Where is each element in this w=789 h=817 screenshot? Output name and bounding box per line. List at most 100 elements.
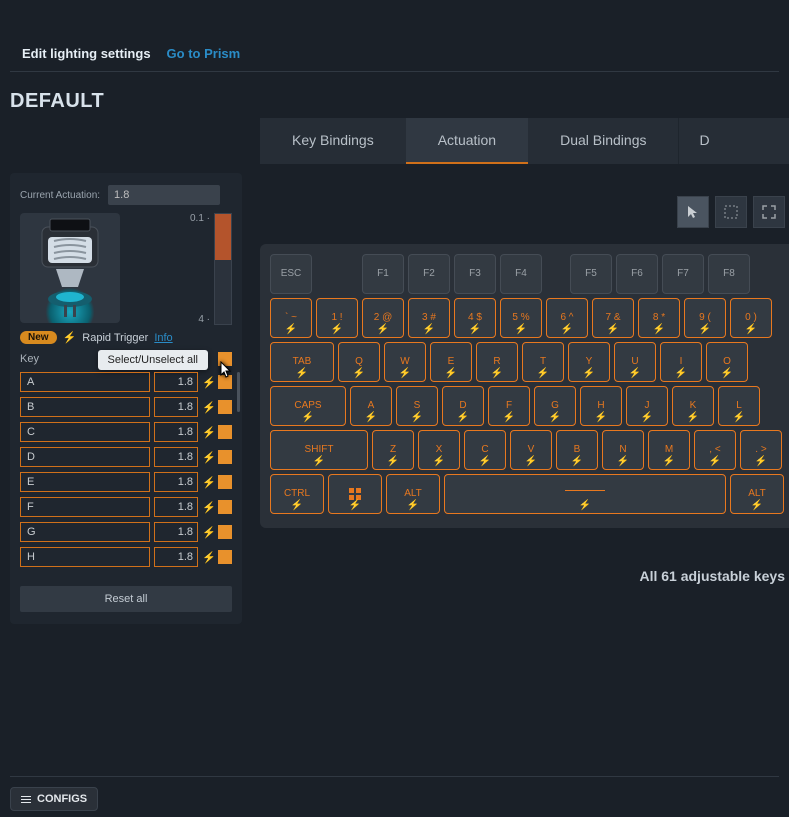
key-name-cell[interactable]: H (20, 547, 150, 567)
key-tab[interactable]: TAB⚡ (270, 342, 334, 382)
key-row: G1.8⚡ (20, 522, 232, 542)
key-checkbox[interactable] (218, 425, 232, 439)
key-[interactable]: . >⚡ (740, 430, 782, 470)
key-w[interactable]: W⚡ (384, 342, 426, 382)
key-alt[interactable]: ALT⚡ (386, 474, 440, 514)
key-value-cell[interactable]: 1.8 (154, 547, 198, 567)
key-j[interactable]: J⚡ (626, 386, 668, 426)
key-checkbox[interactable] (218, 500, 232, 514)
key-7[interactable]: 7 &⚡ (592, 298, 634, 338)
key-k[interactable]: K⚡ (672, 386, 714, 426)
key-0[interactable]: 0 )⚡ (730, 298, 772, 338)
go-to-prism-link[interactable]: Go to Prism (167, 46, 241, 61)
key-checkbox[interactable] (218, 550, 232, 564)
pointer-tool-button[interactable] (677, 196, 709, 228)
key-t[interactable]: T⚡ (522, 342, 564, 382)
key-m[interactable]: M⚡ (648, 430, 690, 470)
key-esc[interactable]: ESC (270, 254, 312, 294)
key-name-cell[interactable]: F (20, 497, 150, 517)
key-checkbox[interactable] (218, 475, 232, 489)
current-actuation-input[interactable] (108, 185, 220, 205)
key-o[interactable]: O⚡ (706, 342, 748, 382)
key-1[interactable]: 1 !⚡ (316, 298, 358, 338)
key-a[interactable]: A⚡ (350, 386, 392, 426)
key-h[interactable]: H⚡ (580, 386, 622, 426)
key-[interactable]: , <⚡ (694, 430, 736, 470)
key-3[interactable]: 3 #⚡ (408, 298, 450, 338)
tab-d[interactable]: D (678, 118, 719, 164)
reset-all-button[interactable]: Reset all (20, 586, 232, 612)
key-[interactable]: ` ~⚡ (270, 298, 312, 338)
bolt-icon: ⚡ (63, 331, 77, 344)
key-8[interactable]: 8 *⚡ (638, 298, 680, 338)
key-ctrl[interactable]: CTRL⚡ (270, 474, 324, 514)
actuation-sidebar: Current Actuation: 0.1 · (10, 173, 242, 624)
key-r[interactable]: R⚡ (476, 342, 518, 382)
key-space[interactable]: ⚡ (444, 474, 726, 514)
fullscreen-tool-button[interactable] (753, 196, 785, 228)
key-checkbox[interactable] (218, 450, 232, 464)
key-value-cell[interactable]: 1.8 (154, 472, 198, 492)
key-f7[interactable]: F7 (662, 254, 704, 294)
key-u[interactable]: U⚡ (614, 342, 656, 382)
key-b[interactable]: B⚡ (556, 430, 598, 470)
key-f[interactable]: F⚡ (488, 386, 530, 426)
key-name-cell[interactable]: G (20, 522, 150, 542)
key-4[interactable]: 4 $⚡ (454, 298, 496, 338)
key-row: C1.8⚡ (20, 422, 232, 442)
key-f5[interactable]: F5 (570, 254, 612, 294)
key-l[interactable]: L⚡ (718, 386, 760, 426)
key-checkbox[interactable] (218, 400, 232, 414)
key-value-cell[interactable]: 1.8 (154, 522, 198, 542)
key-d[interactable]: D⚡ (442, 386, 484, 426)
bolt-icon: ⚡ (202, 476, 214, 489)
key-value-cell[interactable]: 1.8 (154, 422, 198, 442)
key-g[interactable]: G⚡ (534, 386, 576, 426)
key-z[interactable]: Z⚡ (372, 430, 414, 470)
select-tool-button[interactable] (715, 196, 747, 228)
tab-actuation[interactable]: Actuation (406, 118, 528, 164)
key-value-cell[interactable]: 1.8 (154, 497, 198, 517)
key-win[interactable]: ⚡ (328, 474, 382, 514)
key-value-cell[interactable]: 1.8 (154, 447, 198, 467)
key-v[interactable]: V⚡ (510, 430, 552, 470)
key-caps[interactable]: CAPS⚡ (270, 386, 346, 426)
key-name-cell[interactable]: D (20, 447, 150, 467)
key-checkbox[interactable] (218, 525, 232, 539)
config-tabs: Key BindingsActuationDual BindingsD (260, 118, 789, 164)
key-f3[interactable]: F3 (454, 254, 496, 294)
key-f8[interactable]: F8 (708, 254, 750, 294)
actuation-scale[interactable] (214, 213, 232, 325)
key-shift[interactable]: SHIFT⚡ (270, 430, 368, 470)
key-f2[interactable]: F2 (408, 254, 450, 294)
key-f6[interactable]: F6 (616, 254, 658, 294)
tab-key-bindings[interactable]: Key Bindings (260, 118, 406, 164)
key-s[interactable]: S⚡ (396, 386, 438, 426)
key-n[interactable]: N⚡ (602, 430, 644, 470)
key-x[interactable]: X⚡ (418, 430, 460, 470)
key-alt[interactable]: ALT⚡ (730, 474, 784, 514)
key-name-cell[interactable]: C (20, 422, 150, 442)
key-value-cell[interactable]: 1.8 (154, 372, 198, 392)
key-name-cell[interactable]: A (20, 372, 150, 392)
tab-dual-bindings[interactable]: Dual Bindings (528, 118, 678, 164)
key-2[interactable]: 2 @⚡ (362, 298, 404, 338)
key-c[interactable]: C⚡ (464, 430, 506, 470)
key-value-cell[interactable]: 1.8 (154, 397, 198, 417)
configs-button[interactable]: CONFIGS (10, 787, 98, 811)
key-9[interactable]: 9 (⚡ (684, 298, 726, 338)
key-e[interactable]: E⚡ (430, 342, 472, 382)
key-6[interactable]: 6 ^⚡ (546, 298, 588, 338)
rapid-trigger-info-link[interactable]: Info (154, 332, 172, 344)
key-list-scrollbar[interactable] (237, 372, 240, 412)
key-f1[interactable]: F1 (362, 254, 404, 294)
list-icon (21, 796, 31, 803)
key-q[interactable]: Q⚡ (338, 342, 380, 382)
key-row: D1.8⚡ (20, 447, 232, 467)
key-5[interactable]: 5 %⚡ (500, 298, 542, 338)
key-name-cell[interactable]: E (20, 472, 150, 492)
key-name-cell[interactable]: B (20, 397, 150, 417)
key-f4[interactable]: F4 (500, 254, 542, 294)
key-y[interactable]: Y⚡ (568, 342, 610, 382)
key-i[interactable]: I⚡ (660, 342, 702, 382)
